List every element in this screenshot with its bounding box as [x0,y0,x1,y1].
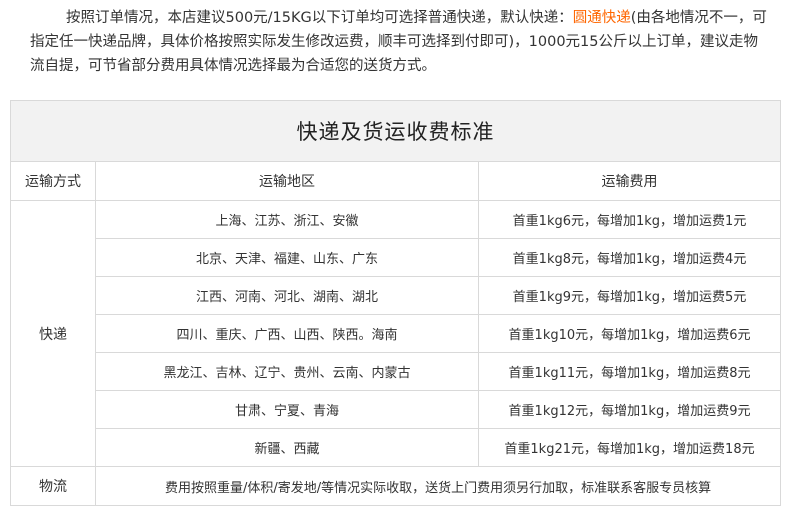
table-row: 江西、河南、河北、湖南、湖北 首重1kg9元，每增加1kg，增加运费5元 [11,276,782,315]
table-title: 快递及货运收费标准 [9,100,782,162]
table-row: 新疆、西藏 首重1kg21元，每增加1kg，增加运费18元 [11,428,782,467]
fee-cell: 首重1kg12元，每增加1kg，增加运费9元 [477,390,782,429]
fee-cell: 首重1kg11元，每增加1kg，增加运费8元 [477,352,782,391]
table-row: 快递 上海、江苏、浙江、安徽 首重1kg6元，每增加1kg，增加运费1元 [10,200,782,467]
header-transport-region: 运输地区 [95,161,479,201]
fee-cell: 首重1kg21元，每增加1kg，增加运费18元 [477,428,782,467]
fee-cell: 首重1kg9元，每增加1kg，增加运费5元 [477,276,782,315]
intro-paragraph: 按照订单情况，本店建议500元/15KG以下订单均可选择普通快递，默认快递：圆通… [30,6,770,78]
logistics-fee-cell: 费用按照重量/体积/寄发地/等情况实际收取，送货上门费用须另行加取，标准联系客服… [94,466,782,506]
default-courier-highlight: 圆通快递 [572,10,631,26]
region-cell: 四川、重庆、广西、山西、陕西。海南 [95,314,479,353]
express-mode-cell: 快递 [10,200,96,467]
fee-cell: 首重1kg10元，每增加1kg，增加运费6元 [477,314,782,353]
region-cell: 江西、河南、河北、湖南、湖北 [95,276,479,315]
table-row: 四川、重庆、广西、山西、陕西。海南 首重1kg10元，每增加1kg，增加运费6元 [11,314,782,353]
region-cell: 新疆、西藏 [95,428,479,467]
intro-text-part1: 按照订单情况，本店建议500元/15KG以下订单均可选择普通快递，默认快递： [66,10,573,26]
table-row: 黑龙江、吉林、辽宁、贵州、云南、内蒙古 首重1kg11元，每增加1kg，增加运费… [11,352,782,391]
region-cell: 甘肃、宁夏、青海 [95,390,479,429]
fee-cell: 首重1kg6元，每增加1kg，增加运费1元 [477,200,782,239]
shipping-fee-table: 快递及货运收费标准 运输方式 运输地区 运输费用 快递 上海、江苏、浙江、安徽 … [9,100,782,506]
logistics-row: 物流 费用按照重量/体积/寄发地/等情况实际收取，送货上门费用须另行加取，标准联… [10,466,782,506]
region-cell: 北京、天津、福建、山东、广东 [95,238,479,277]
region-cell: 黑龙江、吉林、辽宁、贵州、云南、内蒙古 [95,352,479,391]
header-transport-mode: 运输方式 [10,161,96,201]
table-row: 北京、天津、福建、山东、广东 首重1kg8元，每增加1kg，增加运费4元 [11,238,782,277]
region-cell: 上海、江苏、浙江、安徽 [95,200,479,239]
fee-cell: 首重1kg8元，每增加1kg，增加运费4元 [477,238,782,277]
logistics-mode-cell: 物流 [10,466,96,506]
header-transport-fee: 运输费用 [477,161,782,201]
table-row: 甘肃、宁夏、青海 首重1kg12元，每增加1kg，增加运费9元 [11,390,782,429]
